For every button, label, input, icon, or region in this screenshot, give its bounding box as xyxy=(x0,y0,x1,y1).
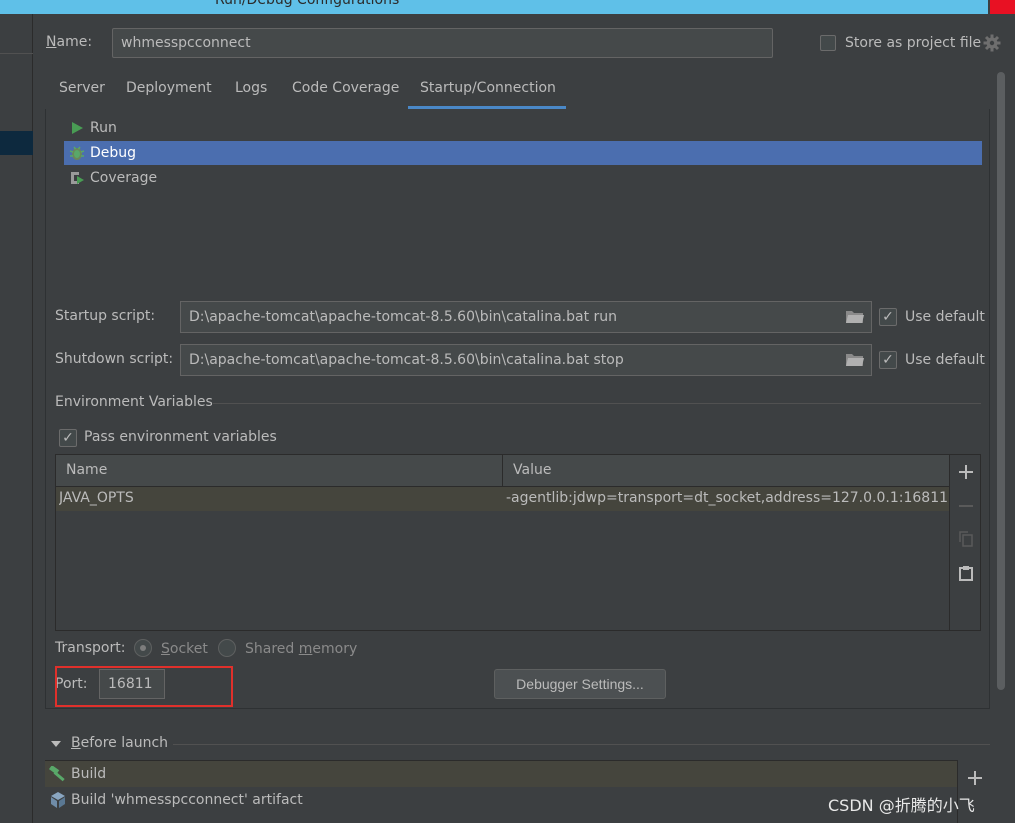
socket-rest: ocket xyxy=(169,641,208,657)
startup-script-label: Startup script: xyxy=(55,308,156,324)
startup-script-value: D:\apache-tomcat\apache-tomcat-8.5.60\bi… xyxy=(189,309,618,325)
transport-shared-memory-label: Shared memory xyxy=(245,641,357,657)
paste-icon[interactable] xyxy=(956,563,976,583)
copy-icon[interactable] xyxy=(956,529,976,549)
shutdown-script-label: Shutdown script: xyxy=(55,351,174,367)
hammer-icon xyxy=(45,766,71,782)
artifact-icon xyxy=(45,791,71,809)
shutdown-script-value: D:\apache-tomcat\apache-tomcat-8.5.60\bi… xyxy=(189,352,624,368)
add-icon[interactable] xyxy=(956,462,976,482)
env-section-divider xyxy=(213,403,981,404)
coverage-icon xyxy=(64,166,90,190)
debugger-settings-button[interactable]: Debugger Settings... xyxy=(494,669,666,699)
executor-list: Run Debug Coverage xyxy=(64,116,982,291)
pass-env-label: Pass environment variables xyxy=(84,429,277,445)
close-window-button[interactable] xyxy=(990,0,1015,14)
env-variables-table[interactable]: Name Value JAVA_OPTS -agentlib:jdwp=tran… xyxy=(55,454,981,631)
shutdown-script-input[interactable]: D:\apache-tomcat\apache-tomcat-8.5.60\bi… xyxy=(180,344,872,376)
shutdown-use-default-checkbox[interactable]: ✓ xyxy=(879,351,897,369)
gear-icon[interactable] xyxy=(983,34,1001,52)
executor-run[interactable]: Run xyxy=(64,116,982,140)
before-launch-mnemonic: B xyxy=(71,735,81,751)
table-header: Name Value xyxy=(56,455,949,487)
bug-icon xyxy=(64,141,90,165)
tree-divider xyxy=(0,53,33,54)
before-launch-divider xyxy=(173,744,990,745)
name-label-rest: ame: xyxy=(56,34,93,50)
startup-use-default-checkbox[interactable]: ✓ xyxy=(879,308,897,326)
env-table-toolbar xyxy=(949,455,980,630)
transport-label: Transport: xyxy=(55,640,126,656)
folder-icon[interactable] xyxy=(845,309,865,325)
column-header-name[interactable]: Name xyxy=(66,462,107,478)
shared-memory-prefix: Shared xyxy=(245,641,299,657)
before-launch-item-artifact[interactable]: Build 'whmesspcconnect' artifact xyxy=(45,787,957,813)
tab-code-coverage[interactable]: Code Coverage xyxy=(292,80,399,96)
executor-label: Coverage xyxy=(90,170,158,186)
tab-startup-connection[interactable]: Startup/Connection xyxy=(420,80,556,96)
column-header-value[interactable]: Value xyxy=(513,462,551,478)
tree-selected-item[interactable] xyxy=(0,131,33,155)
tab-deployment[interactable]: Deployment xyxy=(126,80,212,96)
env-value-cell[interactable]: -agentlib:jdwp=transport=dt_socket,addre… xyxy=(506,490,948,506)
title-bar: Run/Debug Configurations xyxy=(0,0,1015,14)
radio-dot xyxy=(140,645,146,651)
chevron-down-icon[interactable] xyxy=(50,738,62,750)
executor-coverage[interactable]: Coverage xyxy=(64,166,982,190)
name-label: Name: xyxy=(46,34,92,50)
transport-socket-label: Socket xyxy=(161,641,208,657)
shared-memory-rest: emory xyxy=(312,641,358,657)
store-as-project-file-checkbox[interactable] xyxy=(820,35,836,51)
folder-icon[interactable] xyxy=(845,352,865,368)
column-separator[interactable] xyxy=(502,455,503,487)
env-name-cell[interactable]: JAVA_OPTS xyxy=(59,490,499,506)
watermark: CSDN @折腾的小飞 xyxy=(828,796,975,815)
remove-icon[interactable] xyxy=(956,496,976,516)
startup-use-default-label: Use default xyxy=(905,309,985,325)
tab-logs[interactable]: Logs xyxy=(235,80,267,96)
transport-shared-memory-radio[interactable] xyxy=(218,639,236,657)
window-title: Run/Debug Configurations xyxy=(215,0,400,8)
shared-memory-mnemonic: m xyxy=(298,641,313,657)
store-as-project-file-label: Store as project file xyxy=(845,35,982,51)
port-highlight-annotation xyxy=(55,666,233,707)
name-label-mnemonic: N xyxy=(46,34,57,50)
socket-mnemonic: S xyxy=(161,641,170,657)
tab-server[interactable]: Server xyxy=(59,80,105,96)
play-icon xyxy=(64,116,90,140)
env-section-title: Environment Variables xyxy=(55,394,213,410)
table-row[interactable]: JAVA_OPTS -agentlib:jdwp=transport=dt_so… xyxy=(56,487,949,511)
pass-env-checkbox[interactable]: ✓ xyxy=(59,429,77,447)
name-input[interactable] xyxy=(112,28,773,58)
executor-label: Debug xyxy=(90,145,137,161)
executor-debug[interactable]: Debug xyxy=(64,141,982,165)
scrollbar-thumb[interactable] xyxy=(997,72,1005,690)
before-launch-rest: efore launch xyxy=(80,735,169,751)
shutdown-use-default-label: Use default xyxy=(905,352,985,368)
before-launch-label: Build xyxy=(71,766,107,782)
transport-socket-radio[interactable] xyxy=(134,639,152,657)
before-launch-title[interactable]: Before launch xyxy=(71,735,168,751)
startup-script-input[interactable]: D:\apache-tomcat\apache-tomcat-8.5.60\bi… xyxy=(180,301,872,333)
before-launch-item-build[interactable]: Build xyxy=(45,761,957,787)
add-icon[interactable] xyxy=(965,768,985,788)
executor-label: Run xyxy=(90,120,117,136)
before-launch-label: Build 'whmesspcconnect' artifact xyxy=(71,792,303,808)
